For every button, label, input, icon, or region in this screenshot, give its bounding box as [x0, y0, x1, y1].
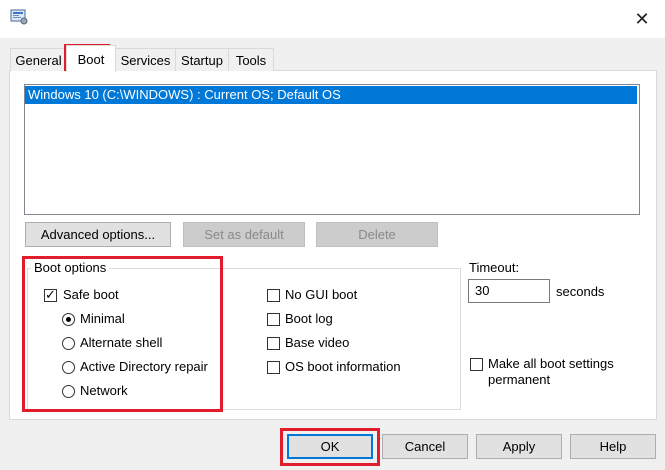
boot-log-checkbox[interactable]	[267, 313, 280, 326]
cancel-button[interactable]: Cancel	[382, 434, 468, 459]
timeout-label: Timeout:	[469, 260, 520, 275]
tab-general[interactable]: General	[10, 48, 67, 71]
advanced-options-button[interactable]: Advanced options...	[25, 222, 171, 247]
apply-button[interactable]: Apply	[476, 434, 562, 459]
os-boot-information-checkbox[interactable]	[267, 361, 280, 374]
tab-boot[interactable]: Boot	[66, 45, 116, 72]
tab-startup[interactable]: Startup	[175, 48, 229, 71]
ok-button[interactable]: OK	[287, 434, 373, 459]
close-icon[interactable]: ✕	[628, 6, 656, 32]
os-boot-information-label: OS boot information	[285, 359, 401, 374]
safe-boot-label: Safe boot	[63, 287, 119, 302]
base-video-checkbox[interactable]	[267, 337, 280, 350]
active-directory-repair-radio[interactable]	[62, 361, 75, 374]
title-bar	[0, 0, 665, 38]
safe-boot-checkbox[interactable]	[44, 287, 57, 303]
delete-button[interactable]: Delete	[316, 222, 438, 247]
tab-services[interactable]: Services	[115, 48, 176, 71]
minimal-label: Minimal	[80, 311, 125, 326]
network-radio[interactable]	[62, 385, 75, 398]
make-permanent-label-line1: Make all boot settings	[488, 356, 614, 371]
network-label: Network	[80, 383, 128, 398]
timeout-input[interactable]: 30	[468, 279, 550, 303]
make-permanent-checkbox[interactable]	[470, 358, 483, 371]
boot-log-label: Boot log	[285, 311, 333, 326]
make-permanent-label-line2: permanent	[488, 372, 551, 387]
tab-tools[interactable]: Tools	[228, 48, 274, 71]
active-directory-repair-label: Active Directory repair	[80, 359, 208, 374]
base-video-label: Base video	[285, 335, 350, 350]
no-gui-boot-checkbox[interactable]	[267, 289, 280, 302]
system-configuration-icon	[10, 9, 28, 25]
no-gui-boot-label: No GUI boot	[285, 287, 358, 302]
help-button[interactable]: Help	[570, 434, 656, 459]
set-as-default-button[interactable]: Set as default	[183, 222, 305, 247]
alternate-shell-radio[interactable]	[62, 337, 75, 350]
boot-options-legend: Boot options	[31, 260, 110, 275]
timeout-unit-label: seconds	[556, 284, 605, 299]
minimal-radio[interactable]	[62, 313, 75, 326]
os-list-item[interactable]: Windows 10 (C:\WINDOWS) : Current OS; De…	[25, 86, 637, 104]
alternate-shell-label: Alternate shell	[80, 335, 163, 350]
